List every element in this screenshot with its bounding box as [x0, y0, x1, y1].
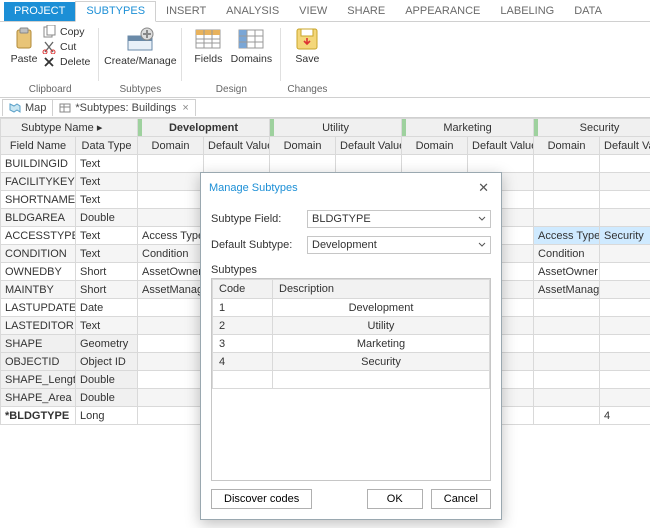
subtype-field-select[interactable]: BLDGTYPE	[307, 210, 491, 228]
header-security[interactable]: Security	[534, 119, 650, 137]
header-marketing[interactable]: Marketing	[402, 119, 534, 137]
cut-icon	[42, 40, 56, 54]
subtype-row[interactable]: 3Marketing	[213, 335, 490, 353]
col-default-2[interactable]: Default Value	[336, 137, 402, 155]
map-icon	[9, 102, 21, 114]
header-utility[interactable]: Utility	[270, 119, 402, 137]
group-changes: Save Changes	[283, 24, 331, 97]
group-design: Fields Domains Design	[184, 24, 278, 97]
col-data-type[interactable]: Data Type	[76, 137, 138, 155]
col-default-4[interactable]: Default Value	[600, 137, 650, 155]
domains-icon	[237, 26, 265, 52]
manage-subtypes-dialog: Manage Subtypes ✕ Subtype Field: BLDGTYP…	[200, 172, 502, 520]
delete-icon	[42, 55, 56, 69]
fields-button[interactable]: Fields	[188, 24, 228, 66]
subtype-row[interactable]: 2Utility	[213, 317, 490, 335]
close-button[interactable]: ✕	[474, 179, 493, 196]
col-code[interactable]: Code	[213, 280, 273, 299]
header-development[interactable]: Development	[138, 119, 270, 137]
ribbon: Paste Copy Cut Delete Clipboard	[0, 22, 650, 98]
copy-icon	[42, 25, 56, 39]
worksheet-tabs: Map *Subtypes: Buildings ×	[0, 98, 650, 118]
col-description[interactable]: Description	[273, 280, 490, 299]
save-icon	[294, 26, 320, 52]
col-default-1[interactable]: Default Value	[204, 137, 270, 155]
default-subtype-select[interactable]: Development	[307, 236, 491, 254]
subtype-row-empty[interactable]	[213, 371, 490, 389]
create-manage-icon	[125, 26, 155, 54]
group-label-design: Design	[216, 83, 247, 97]
discover-codes-button[interactable]: Discover codes	[211, 489, 312, 509]
tab-data[interactable]: DATA	[564, 2, 612, 21]
tab-share[interactable]: SHARE	[337, 2, 395, 21]
tab-insert[interactable]: INSERT	[156, 2, 216, 21]
worksheet-tab-buildings[interactable]: *Subtypes: Buildings ×	[52, 99, 195, 116]
group-label-clipboard: Clipboard	[29, 83, 72, 97]
subtypes-list-label: Subtypes	[211, 264, 491, 276]
col-domain-3[interactable]: Domain	[402, 137, 468, 155]
tab-analysis[interactable]: ANALYSIS	[216, 2, 289, 21]
col-domain-1[interactable]: Domain	[138, 137, 204, 155]
tab-subtypes[interactable]: SUBTYPES	[75, 1, 156, 22]
chevron-down-icon	[478, 215, 486, 223]
ribbon-tabstrip: PROJECT SUBTYPES INSERT ANALYSIS VIEW SH…	[0, 0, 650, 22]
cut-button[interactable]: Cut	[40, 40, 92, 54]
copy-button[interactable]: Copy	[40, 25, 92, 39]
group-label-subtypes: Subtypes	[120, 83, 162, 97]
table-icon	[59, 102, 71, 114]
cancel-button[interactable]: Cancel	[431, 489, 491, 509]
header-subtype-name[interactable]: Subtype Name ▸	[1, 119, 138, 137]
col-default-3[interactable]: Default Value	[468, 137, 534, 155]
subtype-row[interactable]: 1Development	[213, 299, 490, 317]
default-subtype-label: Default Subtype:	[211, 239, 307, 251]
col-domain-2[interactable]: Domain	[270, 137, 336, 155]
col-field-name[interactable]: Field Name	[1, 137, 76, 155]
dialog-title: Manage Subtypes	[209, 182, 298, 194]
create-manage-button[interactable]: Create/Manage	[105, 24, 175, 68]
ok-button[interactable]: OK	[367, 489, 423, 509]
group-clipboard: Paste Copy Cut Delete Clipboard	[4, 24, 96, 97]
subtype-field-label: Subtype Field:	[211, 213, 307, 225]
tab-labeling[interactable]: LABELING	[490, 2, 564, 21]
close-icon[interactable]: ×	[182, 102, 188, 114]
domains-button[interactable]: Domains	[228, 24, 274, 66]
save-button[interactable]: Save	[287, 24, 327, 66]
subtypes-table: Code Description 1Development2Utility3Ma…	[211, 278, 491, 481]
worksheet-tab-map[interactable]: Map	[2, 99, 53, 116]
group-label-changes: Changes	[287, 83, 327, 97]
table-row[interactable]: BUILDINGIDText	[1, 155, 650, 173]
fields-icon	[194, 26, 222, 52]
tab-appearance[interactable]: APPEARANCE	[395, 2, 490, 21]
delete-button[interactable]: Delete	[40, 55, 92, 69]
paste-icon	[14, 26, 34, 52]
tab-view[interactable]: VIEW	[289, 2, 337, 21]
col-domain-4[interactable]: Domain	[534, 137, 600, 155]
chevron-down-icon	[478, 241, 486, 249]
paste-button[interactable]: Paste	[8, 24, 40, 66]
tab-project[interactable]: PROJECT	[4, 2, 75, 21]
group-subtypes: Create/Manage Subtypes	[101, 24, 179, 97]
subtype-row[interactable]: 4Security	[213, 353, 490, 371]
